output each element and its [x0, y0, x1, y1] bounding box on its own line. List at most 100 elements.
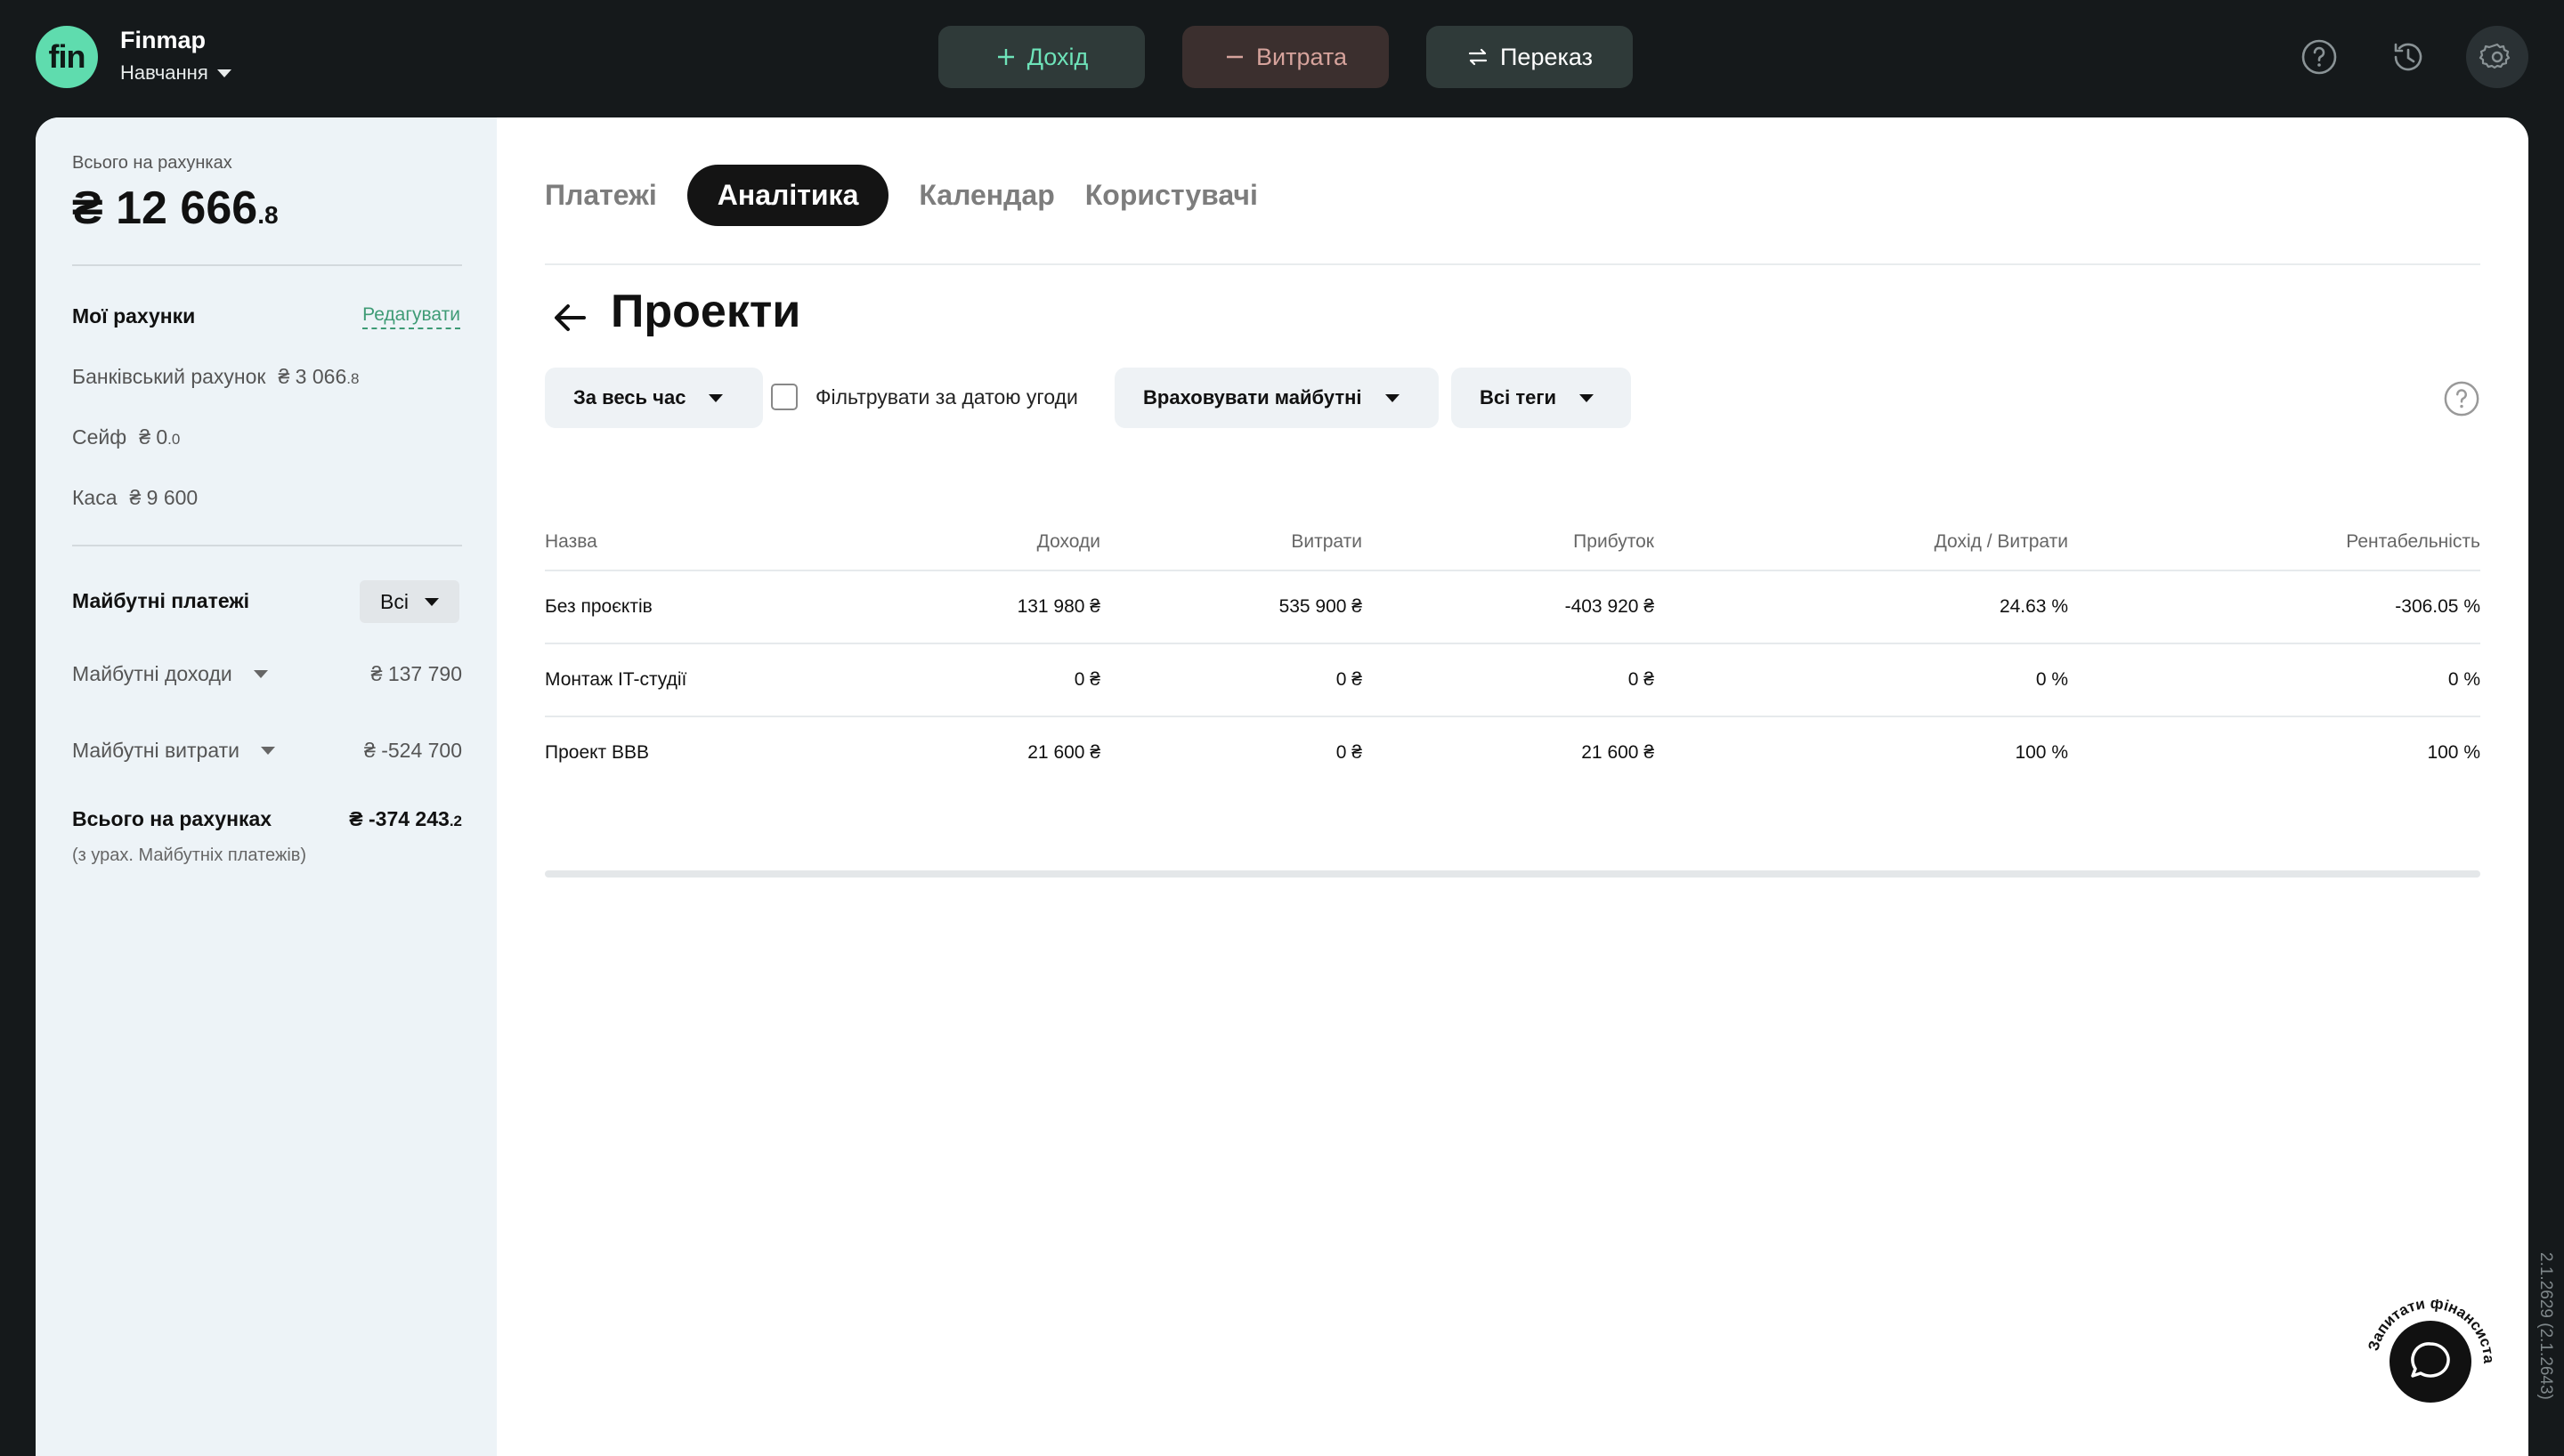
period-filter[interactable]: За весь час	[545, 368, 763, 428]
total-balance: ₴ 12 666.8	[72, 182, 279, 235]
add-expense-button[interactable]: Витрата	[1182, 26, 1389, 88]
tab-users[interactable]: Користувачі	[1085, 179, 1258, 212]
future-income-label: Майбутні доходи	[72, 662, 232, 685]
account-item[interactable]: Сейф ₴ 0.0	[72, 425, 180, 449]
top-icons	[2288, 26, 2528, 88]
main-panel: Всього на рахунках ₴ 12 666.8 Мої рахунк…	[36, 117, 2528, 1456]
future-expense-value: ₴ -524 700	[364, 739, 462, 762]
workspace-select[interactable]: Навчання	[120, 61, 231, 85]
table-row[interactable]: Проект BBB 21 600 ₴ 0 ₴ 21 600 ₴ 100 % 1…	[545, 716, 2480, 789]
column-header[interactable]: Дохід / Витрати	[1935, 514, 2068, 570]
cell-profitability: -306.05 %	[2395, 596, 2480, 617]
back-arrow-icon[interactable]	[548, 295, 593, 340]
sidebar-divider	[72, 545, 462, 546]
add-transfer-button[interactable]: Переказ	[1426, 26, 1633, 88]
cell-expense: 535 900 ₴	[1278, 596, 1362, 617]
table-row[interactable]: Монтаж IT-студії 0 ₴ 0 ₴ 0 ₴ 0 % 0 %	[545, 643, 2480, 716]
settings-button[interactable]	[2466, 26, 2528, 88]
future-income-toggle[interactable]: Майбутні доходи	[72, 662, 268, 686]
app-version: 2.1.2629 (2.1.2643)	[2536, 1252, 2555, 1400]
tags-filter-label: Всі теги	[1480, 386, 1557, 408]
help-circle-icon	[2301, 39, 2337, 75]
table-header: Назва Доходи Витрати Прибуток Дохід / Ви…	[545, 514, 2480, 570]
chevron-down-icon	[424, 597, 439, 606]
filters-bar: За весь час Фільтрувати за датою угоди В…	[545, 368, 2480, 428]
chevron-down-icon	[261, 747, 276, 755]
accounts-title: Мої рахунки	[72, 304, 196, 328]
cell-profit: 0 ₴	[1627, 669, 1654, 690]
add-expense-label: Витрата	[1256, 43, 1347, 70]
add-income-label: Дохід	[1026, 43, 1089, 70]
top-bar: fin Finmap Навчання Дохід Витрата Перека…	[0, 0, 2564, 116]
help-button[interactable]	[2288, 26, 2350, 88]
table-row[interactable]: Без проєктів 131 980 ₴ 535 900 ₴ -403 92…	[545, 570, 2480, 643]
add-income-button[interactable]: Дохід	[938, 26, 1145, 88]
cell-profitability: 100 %	[2427, 742, 2480, 763]
quick-actions: Дохід Витрата Переказ	[938, 26, 1633, 88]
account-item[interactable]: Каса ₴ 9 600	[72, 486, 198, 510]
grand-total-value: ₴ -374 243.2	[349, 807, 462, 830]
cell-ratio: 100 %	[2015, 742, 2068, 763]
deal-date-label: Фільтрувати за датою угоди	[815, 384, 1078, 408]
future-income-row: Майбутні доходи ₴ 137 790	[72, 662, 462, 686]
cell-name: Без проєктів	[545, 596, 653, 617]
account-value: ₴ 9 600	[129, 486, 199, 509]
edit-accounts-link[interactable]: Редагувати	[362, 304, 460, 329]
future-filter-label: Враховувати майбутні	[1143, 386, 1362, 408]
column-header[interactable]: Прибуток	[1573, 514, 1654, 570]
cell-profitability: 0 %	[2447, 669, 2480, 690]
page-title: Проекти	[611, 286, 801, 337]
tab-calendar[interactable]: Календар	[919, 179, 1054, 212]
add-transfer-label: Переказ	[1500, 43, 1593, 70]
sidebar-divider	[72, 264, 462, 266]
future-income-value: ₴ 137 790	[370, 662, 462, 685]
column-header[interactable]: Доходи	[1037, 514, 1100, 570]
cell-expense: 0 ₴	[1335, 742, 1362, 763]
future-expense-toggle[interactable]: Майбутні витрати	[72, 739, 276, 763]
cell-ratio: 0 %	[2035, 669, 2068, 690]
tags-filter[interactable]: Всі теги	[1451, 368, 1631, 428]
grand-total-label: Всього на рахунках	[72, 807, 272, 830]
future-payments-filter[interactable]: Всі	[360, 580, 459, 623]
cell-income: 131 980 ₴	[1017, 596, 1100, 617]
workspace-name: Навчання	[120, 61, 208, 84]
future-expense-label: Майбутні витрати	[72, 739, 240, 762]
history-icon	[2394, 43, 2422, 71]
chevron-down-icon	[216, 69, 231, 77]
table-scrollbar[interactable]	[545, 870, 2480, 878]
main-tabs: Платежі Аналітика Календар Користувачі	[545, 165, 1258, 226]
minus-icon	[1227, 55, 1243, 59]
cell-income: 21 600 ₴	[1027, 742, 1100, 763]
history-button[interactable]	[2377, 26, 2439, 88]
finmap-logo[interactable]: fin	[36, 26, 98, 88]
column-header[interactable]: Назва	[545, 514, 597, 570]
brand-name: Finmap	[120, 27, 207, 53]
total-label: Всього на рахунках	[72, 153, 232, 173]
content-area: Платежі Аналітика Календар Користувачі П…	[497, 117, 2528, 1456]
tab-analytics[interactable]: Аналітика	[686, 165, 889, 226]
account-item[interactable]: Банківський рахунок ₴ 3 066.8	[72, 365, 359, 389]
plus-icon	[997, 49, 1014, 65]
period-filter-label: За весь час	[573, 386, 686, 408]
column-header[interactable]: Витрати	[1291, 514, 1362, 570]
deal-date-checkbox[interactable]	[771, 384, 798, 410]
chat-circle	[2390, 1321, 2471, 1403]
future-filter[interactable]: Враховувати майбутні	[1115, 368, 1439, 428]
account-value: ₴ 0.0	[139, 425, 181, 449]
account-value: ₴ 3 066.8	[278, 365, 360, 388]
chevron-down-icon	[1384, 393, 1400, 402]
total-balance-value: ₴ 12 666	[72, 182, 258, 234]
help-circle-icon[interactable]	[2443, 380, 2480, 417]
tab-payments[interactable]: Платежі	[545, 179, 657, 212]
gear-icon	[2479, 43, 2511, 69]
column-header[interactable]: Рентабельність	[2346, 514, 2480, 570]
cell-income: 0 ₴	[1074, 669, 1100, 690]
tabs-divider	[545, 263, 2480, 265]
cell-profit: -403 920 ₴	[1564, 596, 1654, 617]
future-payments-title: Майбутні платежі	[72, 589, 250, 612]
ask-financier-button[interactable]: Запитати фінансиста	[2368, 1299, 2493, 1424]
cell-ratio: 24.63 %	[1999, 596, 2068, 617]
future-filter-value: Всі	[380, 589, 409, 613]
cell-profit: 21 600 ₴	[1581, 742, 1654, 763]
deal-date-filter[interactable]: Фільтрувати за датою угоди	[771, 384, 1078, 410]
